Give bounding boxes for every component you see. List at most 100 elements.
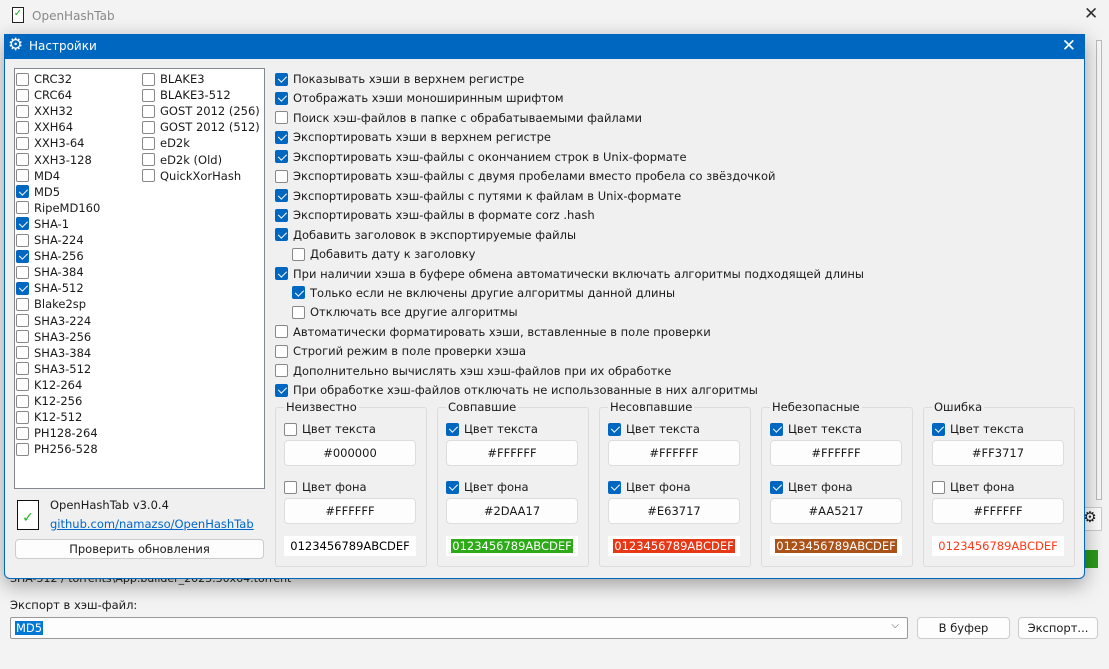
bg-color-checkbox[interactable]: Цвет фона (446, 480, 529, 494)
algorithm-checkbox[interactable]: eD2k (142, 136, 190, 150)
algorithm-checkbox[interactable]: SHA-224 (16, 233, 84, 247)
option-checkbox[interactable]: При наличии хэша в буфере обмена автомат… (275, 267, 864, 281)
algorithm-checkbox[interactable]: XXH32 (16, 104, 73, 118)
checkbox-checked[interactable] (932, 422, 945, 436)
checkbox-unchecked[interactable] (16, 233, 29, 247)
algorithm-checkbox[interactable]: BLAKE3-512 (142, 88, 231, 102)
algorithm-checkbox[interactable]: K12-256 (16, 394, 82, 408)
checkbox-unchecked[interactable] (16, 265, 29, 279)
github-link[interactable]: github.com/namazso/OpenHashTab (50, 517, 254, 531)
checkbox-checked[interactable] (770, 422, 783, 436)
checkbox-checked[interactable] (275, 150, 288, 164)
algorithm-checkbox[interactable]: PH256-528 (16, 442, 98, 456)
algorithm-checkbox[interactable]: Blake2sp (16, 297, 86, 311)
checkbox-checked[interactable] (275, 383, 288, 397)
algorithm-checkbox[interactable]: PH128-264 (16, 426, 98, 440)
checkbox-checked[interactable] (16, 217, 29, 231)
algorithm-checkbox[interactable]: SHA3-224 (16, 314, 91, 328)
option-checkbox[interactable]: Автоматически форматировать хэши, вставл… (275, 325, 711, 339)
algorithm-checkbox[interactable]: K12-264 (16, 378, 82, 392)
checkbox-checked[interactable] (275, 267, 288, 280)
checkbox-unchecked[interactable] (16, 330, 29, 344)
checkbox-checked[interactable] (275, 72, 288, 86)
checkbox-unchecked[interactable] (16, 72, 29, 86)
algorithm-checkbox[interactable]: GOST 2012 (256) (142, 104, 260, 118)
checkbox-unchecked[interactable] (16, 120, 29, 134)
algorithm-checkbox[interactable]: SHA-384 (16, 265, 84, 279)
option-checkbox[interactable]: Добавить дату к заголовку (292, 247, 475, 261)
algorithm-checkbox[interactable]: SHA-512 (16, 281, 84, 295)
checkbox-unchecked[interactable] (275, 169, 288, 183)
option-checkbox[interactable]: При обработке хэш-файлов отключать не ис… (275, 383, 758, 397)
checkbox-unchecked[interactable] (284, 480, 297, 494)
checkbox-unchecked[interactable] (16, 314, 29, 327)
main-close-icon[interactable]: ✕ (1084, 4, 1098, 24)
checkbox-unchecked[interactable] (16, 104, 29, 118)
algorithm-checkbox[interactable]: CRC32 (16, 72, 72, 86)
checkbox-unchecked[interactable] (16, 169, 29, 183)
option-checkbox[interactable]: Экспортировать хэш-файлы с путями к файл… (275, 189, 681, 203)
text-color-field[interactable]: #000000 (284, 440, 416, 466)
algorithm-checkbox[interactable]: SHA-1 (16, 217, 69, 231)
option-checkbox[interactable]: Строгий режим в поле проверки хэша (275, 344, 526, 358)
checkbox-checked[interactable] (446, 422, 459, 436)
checkbox-unchecked[interactable] (16, 362, 29, 376)
export-button[interactable]: Экспорт... (1018, 617, 1098, 639)
bg-color-checkbox[interactable]: Цвет фона (932, 480, 1015, 494)
checkbox-checked[interactable] (770, 480, 783, 494)
algorithm-checkbox[interactable]: K12-512 (16, 410, 82, 424)
checkbox-checked[interactable] (275, 208, 288, 222)
checkbox-checked[interactable] (275, 189, 288, 203)
scrollbar[interactable] (1096, 40, 1102, 500)
text-color-field[interactable]: #FFFFFF (608, 440, 740, 466)
text-color-field[interactable]: #FFFFFF (446, 440, 578, 466)
checkbox-checked[interactable] (608, 480, 621, 494)
bg-color-field[interactable]: #2DAA17 (446, 498, 578, 524)
checkbox-unchecked[interactable] (16, 394, 29, 408)
algorithm-checkbox[interactable]: SHA-256 (16, 249, 84, 263)
checkbox-unchecked[interactable] (142, 72, 155, 86)
checkbox-unchecked[interactable] (142, 120, 155, 134)
checkbox-unchecked[interactable] (16, 88, 29, 102)
algorithm-checkbox[interactable]: XXH3-128 (16, 153, 92, 167)
checkbox-unchecked[interactable] (292, 305, 305, 319)
text-color-checkbox[interactable]: Цвет текста (932, 422, 1024, 436)
checkbox-unchecked[interactable] (142, 169, 155, 183)
checkbox-unchecked[interactable] (16, 378, 29, 392)
algorithm-checkbox[interactable]: XXH64 (16, 120, 73, 134)
bg-color-field[interactable]: #AA5217 (770, 498, 902, 524)
checkbox-unchecked[interactable] (16, 297, 29, 311)
export-format-select[interactable]: MD5 ⌵ (10, 617, 908, 639)
checkbox-unchecked[interactable] (932, 480, 945, 494)
checkbox-unchecked[interactable] (16, 442, 29, 456)
option-checkbox[interactable]: Дополнительно вычислять хэш хэш-файлов п… (275, 364, 671, 378)
text-color-checkbox[interactable]: Цвет текста (446, 422, 538, 436)
checkbox-checked[interactable] (16, 185, 29, 199)
checkbox-unchecked[interactable] (16, 136, 29, 150)
checkbox-unchecked[interactable] (142, 88, 155, 102)
option-checkbox[interactable]: Отключать все другие алгоритмы (292, 305, 518, 319)
dialog-close-icon[interactable]: ✕ (1062, 36, 1076, 56)
option-checkbox[interactable]: Отображать хэши моноширинным шрифтом (275, 91, 564, 105)
copy-to-clipboard-button[interactable]: В буфер (917, 617, 1010, 639)
algorithm-checkbox[interactable]: SHA3-256 (16, 330, 91, 344)
option-checkbox[interactable]: Добавить заголовок в экспортируемые файл… (275, 228, 576, 242)
algorithm-checkbox[interactable]: SHA3-512 (16, 362, 91, 376)
check-updates-button[interactable]: Проверить обновления (15, 539, 264, 559)
algorithm-checkbox[interactable]: MD4 (16, 169, 60, 183)
checkbox-checked[interactable] (446, 480, 459, 494)
algorithm-checkbox[interactable]: QuickXorHash (142, 169, 241, 183)
checkbox-unchecked[interactable] (16, 346, 29, 360)
checkbox-unchecked[interactable] (142, 136, 155, 150)
checkbox-checked[interactable] (275, 130, 288, 144)
checkbox-unchecked[interactable] (292, 247, 305, 261)
checkbox-checked[interactable] (275, 91, 288, 105)
text-color-checkbox[interactable]: Цвет текста (608, 422, 700, 436)
checkbox-unchecked[interactable] (16, 201, 29, 215)
algorithm-checkbox[interactable]: GOST 2012 (512) (142, 120, 260, 134)
bg-color-checkbox[interactable]: Цвет фона (770, 480, 853, 494)
checkbox-unchecked[interactable] (142, 104, 155, 118)
checkbox-unchecked[interactable] (275, 325, 288, 339)
algorithm-checkbox[interactable]: BLAKE3 (142, 72, 205, 86)
algorithm-checkbox[interactable]: MD5 (16, 185, 60, 199)
